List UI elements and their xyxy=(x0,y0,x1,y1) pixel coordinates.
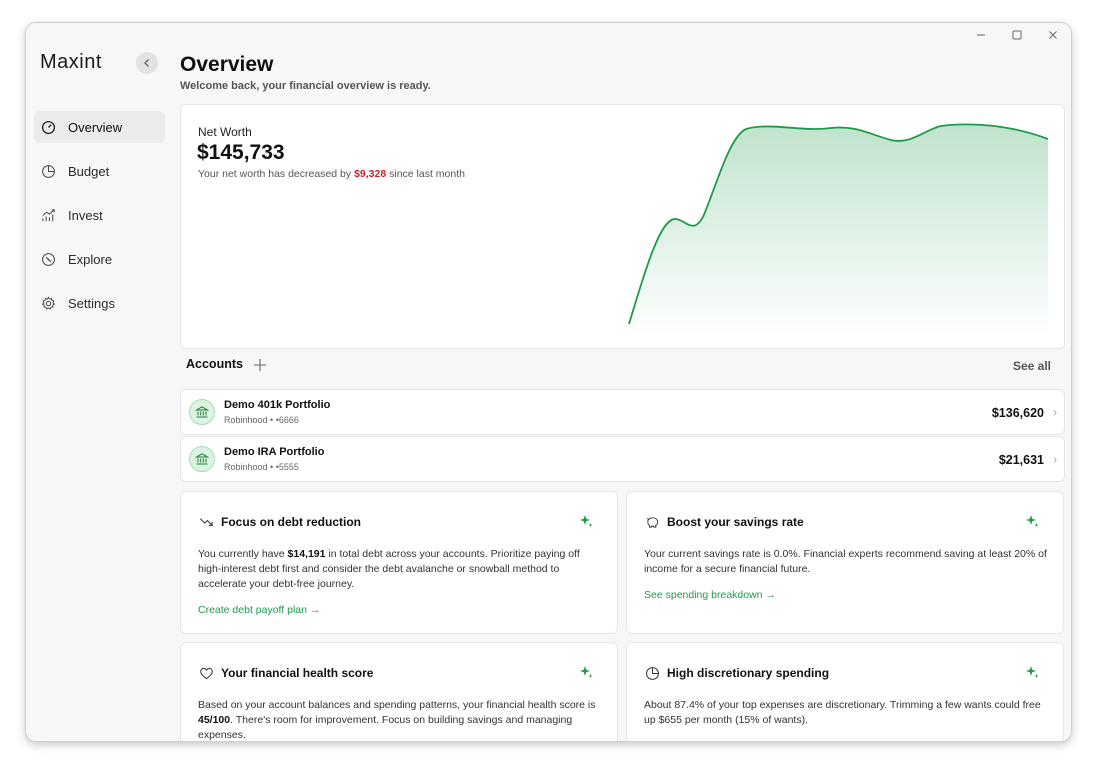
account-row[interactable]: Demo 401k Portfolio Robinhood • •6666 $1… xyxy=(180,389,1065,435)
sidebar-item-budget[interactable]: Budget xyxy=(34,155,165,187)
insight-header: Focus on debt reduction xyxy=(198,514,361,530)
account-name: Demo 401k Portfolio xyxy=(224,399,331,411)
gear-icon xyxy=(40,295,56,311)
insight-card-debt-reduction: Focus on debt reduction You currently ha… xyxy=(180,491,618,634)
sidebar-item-settings[interactable]: Settings xyxy=(34,287,165,319)
sparkle-icon[interactable] xyxy=(1025,665,1039,679)
sidebar-item-explore[interactable]: Explore xyxy=(34,243,165,275)
gauge-icon xyxy=(40,119,56,135)
insight-header: Your financial health score xyxy=(198,665,373,681)
chevron-right-icon: › xyxy=(1053,407,1057,419)
minimize-button[interactable] xyxy=(971,27,991,43)
insight-card-health-score: Your financial health score Based on you… xyxy=(180,642,618,741)
sidebar-item-label: Budget xyxy=(68,163,110,179)
insight-title: High discretionary spending xyxy=(667,666,830,680)
insight-body: About 87.4% of your top expenses are dis… xyxy=(644,699,1041,726)
sparkle-icon[interactable] xyxy=(579,665,593,679)
heart-icon xyxy=(198,665,214,681)
app-logo[interactable]: Maxint xyxy=(40,51,102,74)
page-title: Overview xyxy=(180,53,274,76)
net-worth-change-text: Your net worth has decreased by $9,328 s… xyxy=(198,168,465,180)
net-worth-area xyxy=(629,124,1048,337)
plus-icon xyxy=(254,359,266,371)
account-info: Demo 401k Portfolio Robinhood • •6666 xyxy=(224,399,330,425)
minimize-icon xyxy=(977,34,985,36)
insight-title: Your financial health score xyxy=(221,666,374,680)
bank-icon xyxy=(189,446,215,472)
chevron-right-icon: › xyxy=(1053,454,1057,466)
insight-body-highlight: $14,191 xyxy=(287,548,326,560)
maximize-button[interactable] xyxy=(1007,27,1027,43)
create-debt-payoff-plan-link[interactable]: Create debt payoff plan → xyxy=(198,604,320,616)
insight-body: Based on your account balances and spend… xyxy=(198,698,604,741)
net-worth-card: Net Worth $145,733 Your net worth has de… xyxy=(180,104,1065,349)
insight-body: You currently have $14,191 in total debt… xyxy=(198,547,604,592)
account-info: Demo IRA Portfolio Robinhood • •5555 xyxy=(224,446,324,472)
net-worth-value: $145,733 xyxy=(197,141,285,164)
insight-body-text: You currently have xyxy=(198,548,285,560)
net-worth-label: Net Worth xyxy=(198,125,252,139)
insight-card-discretionary-spending: High discretionary spending About 87.4% … xyxy=(626,642,1064,741)
growth-chart-icon xyxy=(40,207,56,223)
sidebar: Maxint Overview Budget Invest Explore Se… xyxy=(26,23,173,741)
insight-card-savings-rate: Boost your savings rate Your current sav… xyxy=(626,491,1064,634)
accounts-title: Accounts xyxy=(186,357,243,371)
sidebar-item-overview[interactable]: Overview xyxy=(34,111,165,143)
insight-body-highlight: 45/100 xyxy=(198,714,231,726)
insight-body-text: Based on your account balances and spend… xyxy=(198,699,596,711)
net-worth-change-prefix: Your net worth has decreased by xyxy=(198,168,352,180)
collapse-sidebar-button[interactable] xyxy=(136,52,158,74)
sparkle-icon[interactable] xyxy=(579,514,593,528)
account-row[interactable]: Demo IRA Portfolio Robinhood • •5555 $21… xyxy=(180,436,1065,482)
sparkle-icon[interactable] xyxy=(1025,514,1039,528)
maximize-icon xyxy=(1012,30,1022,40)
net-worth-chart[interactable] xyxy=(621,117,1051,337)
insight-body: Your current savings rate is 0.0%. Finan… xyxy=(644,548,1047,575)
see-all-accounts-link[interactable]: See all xyxy=(1013,359,1051,373)
sidebar-item-label: Settings xyxy=(68,295,115,311)
chevron-left-icon xyxy=(144,59,149,67)
account-name: Demo IRA Portfolio xyxy=(224,446,325,458)
app-window: Maxint Overview Budget Invest Explore Se… xyxy=(26,23,1071,741)
pie-chart-icon xyxy=(644,665,660,681)
see-spending-breakdown-link[interactable]: See spending breakdown → xyxy=(644,589,776,601)
net-worth-change-suffix: since last month xyxy=(389,168,465,180)
sidebar-item-label: Invest xyxy=(68,207,103,223)
close-icon xyxy=(1049,31,1057,39)
account-balance: $136,620 xyxy=(991,406,1044,420)
account-balance: $21,631 xyxy=(998,453,1044,467)
account-meta: Robinhood • •6666 xyxy=(224,415,299,425)
page-subtitle: Welcome back, your financial overview is… xyxy=(180,80,431,92)
sidebar-nav: Overview Budget Invest Explore Settings xyxy=(34,111,165,331)
sidebar-item-label: Explore xyxy=(68,251,113,267)
sidebar-item-label: Overview xyxy=(68,119,123,135)
net-worth-change-amount: $9,328 xyxy=(354,168,387,180)
window-controls xyxy=(971,27,1063,43)
pie-chart-icon xyxy=(40,163,56,179)
insight-body-text: . There's room for improvement. Focus on… xyxy=(198,714,573,741)
close-window-button[interactable] xyxy=(1043,27,1063,43)
account-meta: Robinhood • •5555 xyxy=(224,462,299,472)
add-account-button[interactable] xyxy=(251,356,269,374)
main-content: Overview Welcome back, your financial ov… xyxy=(173,23,1071,741)
insight-title: Focus on debt reduction xyxy=(221,515,361,529)
compass-icon xyxy=(40,251,56,267)
sidebar-item-invest[interactable]: Invest xyxy=(34,199,165,231)
bank-icon xyxy=(189,399,215,425)
insight-header: High discretionary spending xyxy=(644,665,829,681)
insight-header: Boost your savings rate xyxy=(644,514,804,530)
trend-down-icon xyxy=(198,514,214,530)
insight-title: Boost your savings rate xyxy=(667,515,804,529)
piggy-bank-icon xyxy=(644,514,660,530)
